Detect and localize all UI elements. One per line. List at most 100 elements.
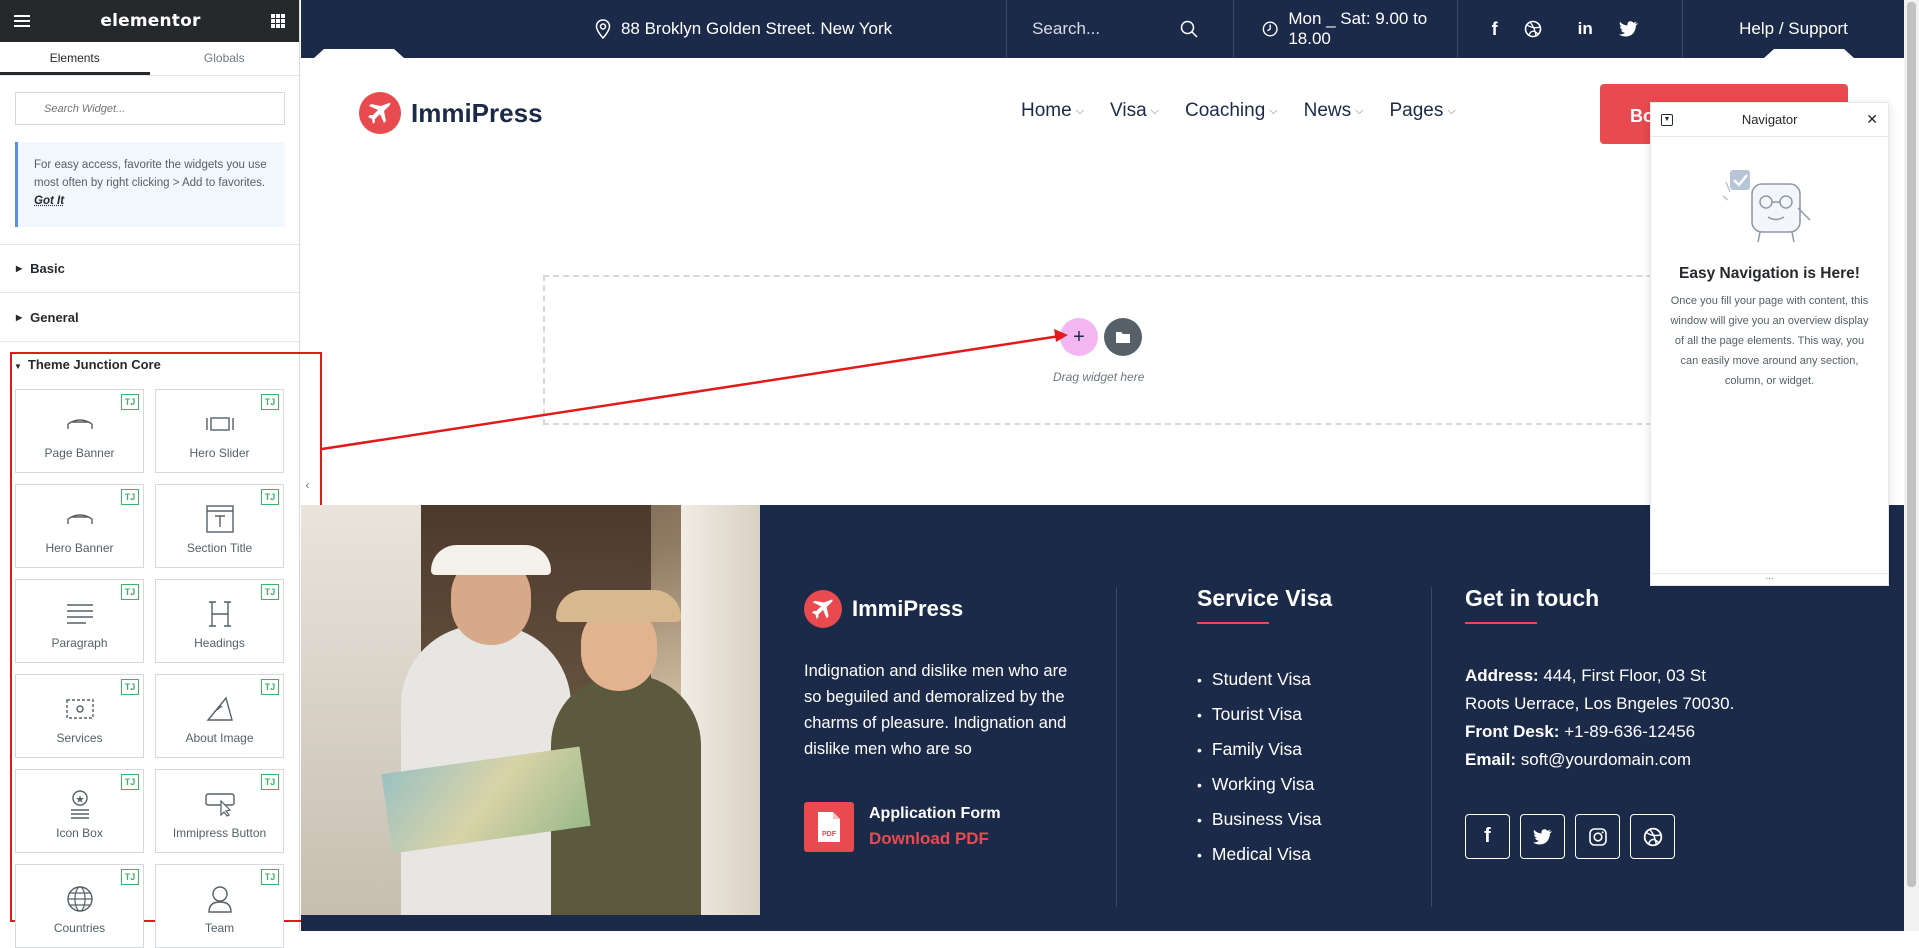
category-label: Basic	[30, 261, 65, 276]
twitter-button[interactable]	[1520, 814, 1565, 859]
widgets-grid-icon[interactable]	[270, 14, 285, 28]
icon-box-icon	[16, 784, 143, 824]
visa-link[interactable]: Working Visa	[1197, 767, 1332, 802]
tab-elements[interactable]: Elements	[0, 42, 150, 75]
email-value[interactable]: soft@yourdomain.com	[1516, 750, 1691, 769]
widget-page-banner[interactable]: TJ Page Banner	[15, 389, 144, 473]
widget-about-image[interactable]: TJ About Image	[155, 674, 284, 758]
nav-label: News	[1303, 100, 1352, 121]
scrollbar-thumb[interactable]	[1907, 2, 1916, 887]
dribbble-button[interactable]	[1630, 814, 1675, 859]
nav-home[interactable]: Home ⌵	[1021, 100, 1084, 122]
contact-heading: Get in touch	[1465, 585, 1600, 611]
facebook-icon[interactable]: f	[1492, 19, 1498, 40]
application-form-download[interactable]: PDF Application Form Download PDF	[804, 802, 1089, 852]
clock-icon	[1262, 21, 1278, 37]
visa-link[interactable]: Student Visa	[1197, 662, 1332, 697]
resize-handle[interactable]: ...	[1651, 572, 1888, 585]
topbar-search[interactable]: Search...	[1007, 0, 1234, 58]
footer-description: Indignation and dislike men who are so b…	[804, 662, 1068, 758]
heading-underline	[1197, 622, 1269, 624]
chevron-down-icon: ⌵	[1447, 104, 1456, 117]
tj-badge: TJ	[121, 394, 139, 410]
visa-link[interactable]: Business Visa	[1197, 802, 1332, 837]
search-icon[interactable]	[1180, 20, 1198, 38]
banner-icon	[16, 404, 143, 444]
visa-link[interactable]: Family Visa	[1197, 732, 1332, 767]
widget-hero-banner[interactable]: TJ Hero Banner	[15, 484, 144, 568]
tj-badge: TJ	[261, 774, 279, 790]
category-theme-junction-core[interactable]: ▼ Theme Junction Core	[14, 357, 161, 372]
nav-coaching[interactable]: Coaching ⌵	[1185, 100, 1278, 122]
widget-services[interactable]: TJ Services	[15, 674, 144, 758]
dribbble-icon[interactable]	[1524, 20, 1542, 38]
twitter-icon[interactable]	[1618, 21, 1639, 37]
chevron-down-icon: ⌵	[1150, 104, 1159, 117]
widget-label: Hero Slider	[189, 446, 250, 460]
widget-label: Services	[56, 731, 103, 745]
tj-badge: TJ	[121, 584, 139, 600]
footer-logo-text: ImmiPress	[852, 596, 964, 621]
category-general[interactable]: ▶ General	[0, 293, 299, 342]
airplane-icon	[359, 92, 401, 134]
collapse-icon[interactable]: ▼	[1661, 113, 1673, 126]
widget-label: Countries	[53, 921, 106, 935]
widget-section-title[interactable]: TJ Section Title	[155, 484, 284, 568]
close-icon[interactable]: ✕	[1866, 111, 1878, 128]
facebook-button[interactable]: f	[1465, 814, 1510, 859]
search-placeholder[interactable]: Search...	[1032, 19, 1100, 39]
title-icon	[156, 499, 283, 539]
widget-countries[interactable]: TJ Countries	[15, 864, 144, 948]
topbar-notch	[1764, 49, 1854, 58]
download-pdf-link[interactable]: Download PDF	[869, 829, 1001, 849]
nav-news[interactable]: News ⌵	[1304, 100, 1364, 122]
widget-paragraph[interactable]: TJ Paragraph	[15, 579, 144, 663]
widget-team[interactable]: TJ Team	[155, 864, 284, 948]
twitter-icon	[1532, 828, 1552, 844]
banner-icon	[16, 499, 143, 539]
category-basic[interactable]: ▶ Basic	[0, 244, 299, 293]
page-scrollbar[interactable]	[1904, 0, 1919, 931]
widget-hero-slider[interactable]: TJ Hero Slider	[155, 389, 284, 473]
got-it-link[interactable]: Got It	[34, 195, 64, 207]
email-label: Email:	[1465, 750, 1517, 769]
empty-section-dropzone[interactable]	[543, 275, 1833, 425]
nav-visa[interactable]: Visa ⌵	[1110, 100, 1159, 122]
tj-badge: TJ	[261, 869, 279, 885]
footer-logo[interactable]: ImmiPress	[804, 590, 1089, 628]
topbar-hours: Mon _ Sat: 9.00 to 18.00	[1234, 0, 1459, 58]
logo-text: ImmiPress	[411, 97, 543, 128]
tj-badge: TJ	[261, 394, 279, 410]
desk-value[interactable]: +1-89-636-12456	[1559, 722, 1695, 741]
nav-pages[interactable]: Pages ⌵	[1389, 100, 1455, 122]
visa-link[interactable]: Tourist Visa	[1197, 697, 1332, 732]
main-nav: Home ⌵ Visa ⌵ Coaching ⌵ News ⌵ Pages ⌵	[1021, 100, 1456, 122]
navigator-header: ▼ Navigator ✕	[1651, 103, 1888, 137]
caret-right-icon: ▶	[16, 312, 23, 322]
tj-badge: TJ	[261, 679, 279, 695]
instagram-button[interactable]	[1575, 814, 1620, 859]
panel-tabs: Elements Globals	[0, 42, 299, 76]
visa-link[interactable]: Medical Visa	[1197, 837, 1332, 872]
add-section-button[interactable]: +	[1060, 318, 1098, 356]
person-icon	[156, 879, 283, 919]
dribbble-icon	[1643, 827, 1662, 846]
tj-badge: TJ	[121, 869, 139, 885]
caret-down-icon: ▼	[14, 362, 22, 371]
widget-immipress-button[interactable]: TJ Immipress Button	[155, 769, 284, 853]
folder-icon	[1116, 332, 1130, 343]
airplane-icon	[804, 590, 842, 628]
site-logo[interactable]: ImmiPress	[359, 92, 543, 134]
widget-label: Paragraph	[51, 636, 108, 650]
linkedin-icon[interactable]: in	[1578, 19, 1593, 39]
menu-icon[interactable]	[14, 15, 30, 27]
widget-label: Section Title	[186, 541, 253, 555]
tab-globals[interactable]: Globals	[150, 42, 300, 75]
button-icon	[156, 784, 283, 824]
widget-label: Team	[204, 921, 235, 935]
add-template-button[interactable]	[1104, 318, 1142, 356]
widget-headings[interactable]: TJ Headings	[155, 579, 284, 663]
widget-label: Page Banner	[44, 446, 115, 460]
widget-icon-box[interactable]: TJ Icon Box	[15, 769, 144, 853]
widget-search-input[interactable]	[15, 92, 285, 125]
